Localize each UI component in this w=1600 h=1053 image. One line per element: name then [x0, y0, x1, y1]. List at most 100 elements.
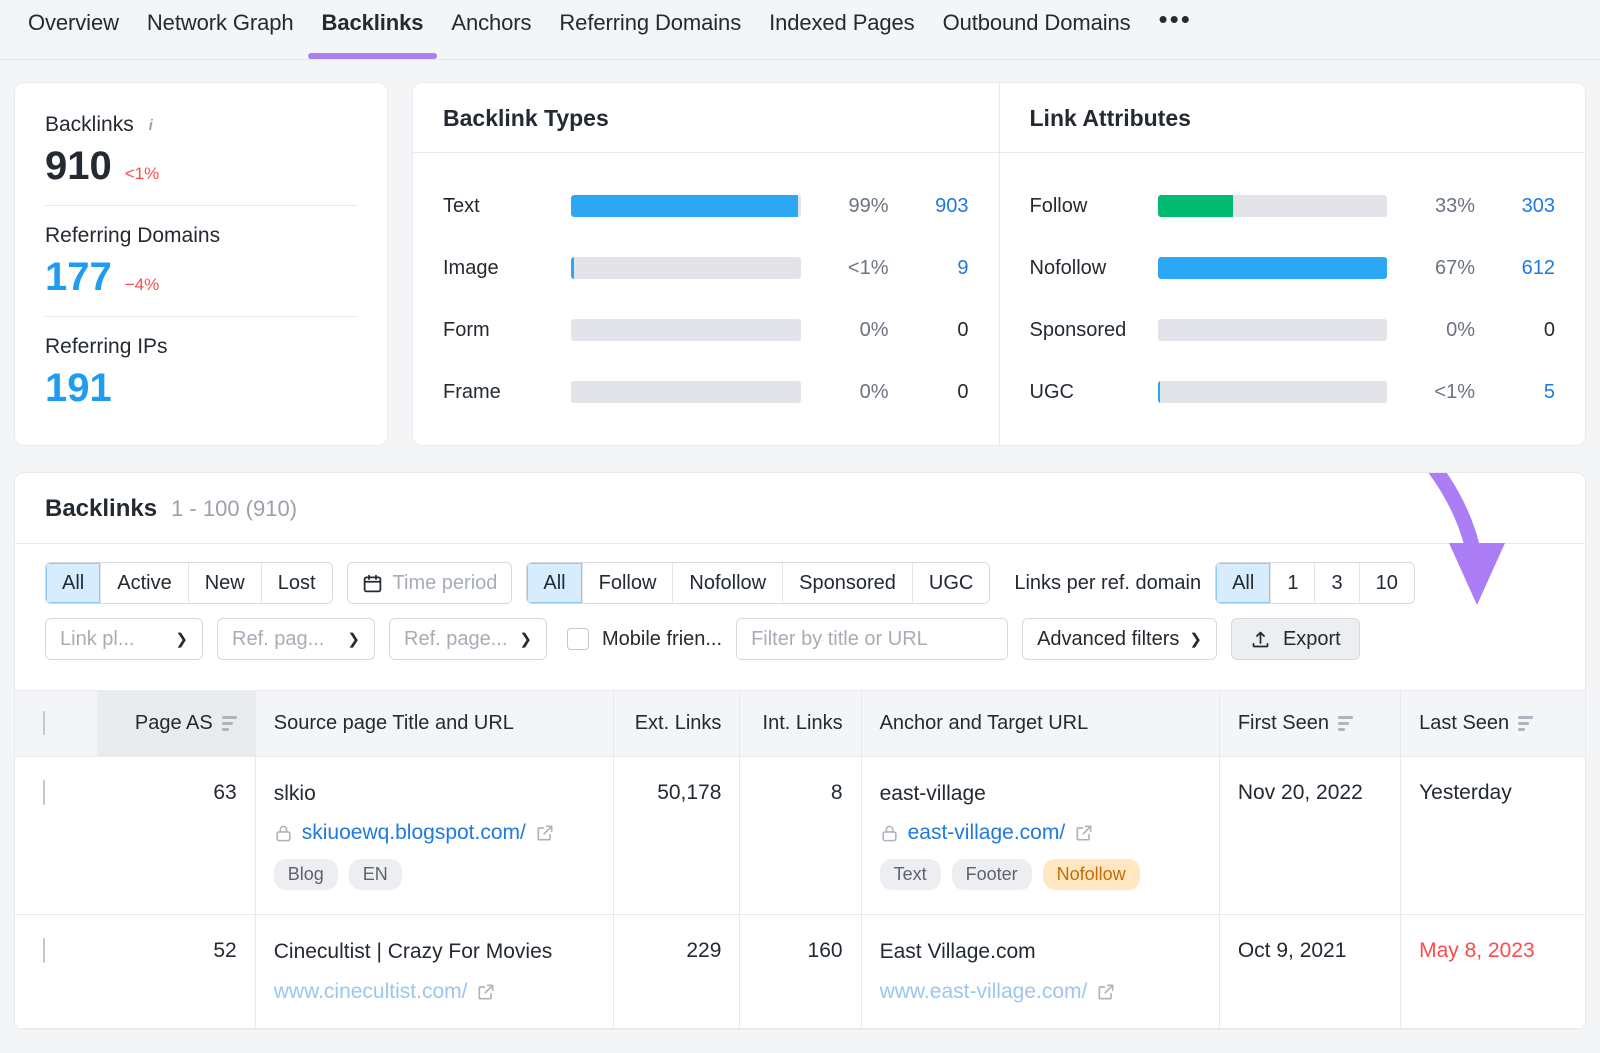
link-attribute-value[interactable]: 612	[1479, 257, 1555, 280]
links-per-domain-all[interactable]: All	[1216, 563, 1271, 603]
link-attribute-bar-track	[1158, 195, 1388, 217]
backlink-type-bar-track	[571, 319, 801, 341]
metrics-cards-row: Backlinks i 910 <1% Referring Domains 17…	[0, 60, 1600, 446]
backlink-type-name: Frame	[443, 381, 571, 404]
source-page-cell: Cinecultist | Crazy For Movieswww.cinecu…	[255, 915, 613, 1028]
links-per-domain-3[interactable]: 3	[1315, 563, 1359, 603]
link-attribute-name: Nofollow	[1030, 257, 1158, 280]
tab-anchors[interactable]: Anchors	[437, 0, 545, 59]
status-filter-all[interactable]: All	[46, 563, 101, 603]
links-per-domain-10[interactable]: 10	[1360, 563, 1414, 603]
column-label: Last Seen	[1419, 712, 1509, 735]
link-placement-select[interactable]: Link pl... ❯	[45, 618, 203, 660]
row-checkbox[interactable]	[43, 780, 45, 805]
backlink-type-name: Text	[443, 195, 571, 218]
status-filter-lost[interactable]: Lost	[262, 563, 332, 603]
link-attribute-row: UGC<1%5	[1030, 361, 1556, 423]
more-tabs-icon[interactable]: •••	[1145, 0, 1206, 32]
external-link-icon[interactable]	[535, 823, 555, 843]
row-checkbox[interactable]	[43, 938, 45, 963]
last-seen-column[interactable]: Last Seen	[1401, 691, 1585, 757]
target-url-link[interactable]: www.east-village.com/	[880, 980, 1088, 1004]
row-select-cell	[15, 915, 97, 1028]
time-period-picker[interactable]: Time period	[347, 562, 513, 604]
summary-referring-ips-value[interactable]: 191	[45, 365, 112, 411]
page-as-column[interactable]: Page AS	[97, 691, 255, 757]
backlink-type-name: Image	[443, 257, 571, 280]
link-attribute-percent: <1%	[1387, 381, 1479, 404]
first-seen-cell: Oct 9, 2021	[1219, 915, 1400, 1028]
summary-referring-domains: Referring Domains 177 −4%	[45, 205, 357, 316]
select-all-checkbox[interactable]	[43, 711, 45, 735]
distribution-cards: Backlink Types Text99%903Image<1%9Form0%…	[412, 82, 1586, 446]
attr-filter-follow[interactable]: Follow	[583, 563, 674, 603]
tab-label: Overview	[28, 10, 119, 35]
attr-filter-ugc[interactable]: UGC	[913, 563, 989, 603]
search-input[interactable]	[737, 619, 1008, 659]
summary-referring-domains-delta: −4%	[125, 275, 160, 295]
attr-filter-nofollow[interactable]: Nofollow	[673, 563, 783, 603]
attr-filter-sponsored[interactable]: Sponsored	[783, 563, 913, 603]
links-per-domain-1[interactable]: 1	[1271, 563, 1315, 603]
tab-overview[interactable]: Overview	[14, 0, 133, 59]
summary-backlinks-label: Backlinks i	[45, 113, 357, 137]
filter-search-box	[736, 618, 1008, 660]
attr-filter-all[interactable]: All	[527, 563, 582, 603]
first-seen-column[interactable]: First Seen	[1219, 691, 1400, 757]
source-url-link[interactable]: skiuoewq.blogspot.com/	[302, 821, 526, 845]
select-label: Ref. page...	[404, 628, 507, 651]
backlink-type-row: Text99%903	[443, 175, 969, 237]
chevron-down-icon: ❯	[519, 630, 532, 648]
sort-icon[interactable]	[222, 716, 237, 731]
backlink-type-percent: <1%	[801, 257, 893, 280]
anchor-text: east-village	[880, 781, 1201, 807]
mobile-friendly-filter[interactable]: Mobile frien...	[561, 628, 722, 651]
ref-page-category-select[interactable]: Ref. pag... ❯	[217, 618, 375, 660]
select-all-header	[15, 691, 97, 757]
filters-area: AllActiveNewLost Time period AllFollowNo…	[15, 544, 1585, 690]
mobile-friendly-checkbox[interactable]	[567, 628, 589, 650]
external-link-icon[interactable]	[476, 982, 496, 1002]
backlink-type-bar-fill	[571, 257, 574, 279]
sort-icon[interactable]	[1338, 716, 1353, 731]
tab-network-graph[interactable]: Network Graph	[133, 0, 308, 59]
results-count: 1 - 100 (910)	[171, 496, 297, 522]
tab-referring-domains[interactable]: Referring Domains	[545, 0, 755, 59]
target-url-link[interactable]: east-village.com/	[908, 821, 1066, 845]
status-filter-active[interactable]: Active	[101, 563, 188, 603]
anchor-text: East Village.com	[880, 939, 1201, 965]
backlink-type-bar-fill	[571, 195, 798, 217]
chevron-down-icon: ❯	[175, 630, 188, 648]
source-url-link[interactable]: www.cinecultist.com/	[274, 980, 468, 1004]
link-attribute-value[interactable]: 303	[1479, 195, 1555, 218]
source-page-title: slkio	[274, 781, 595, 807]
backlinks-panel: Backlinks 1 - 100 (910) AllActiveNewLost…	[14, 472, 1586, 1030]
backlink-type-value[interactable]: 9	[893, 257, 969, 280]
table-header: Page AS Source page Title and URL Ext. L…	[15, 691, 1585, 757]
link-attributes-card: Link Attributes Follow33%303Nofollow67%6…	[999, 83, 1586, 445]
column-label: Ext. Links	[635, 712, 722, 735]
main-tab-bar: Overview Network Graph Backlinks Anchors…	[0, 0, 1600, 60]
summary-referring-domains-value[interactable]: 177	[45, 254, 112, 300]
lock-icon	[880, 824, 899, 843]
external-link-icon[interactable]	[1096, 982, 1116, 1002]
backlink-type-value[interactable]: 903	[893, 195, 969, 218]
link-attribute-value[interactable]: 5	[1479, 381, 1555, 404]
tag: Nofollow	[1043, 859, 1140, 890]
tab-indexed-pages[interactable]: Indexed Pages	[755, 0, 928, 59]
ref-page-language-select[interactable]: Ref. page... ❯	[389, 618, 547, 660]
table-header-row: Page AS Source page Title and URL Ext. L…	[15, 691, 1585, 757]
export-button[interactable]: Export	[1231, 618, 1360, 660]
table-row: 52Cinecultist | Crazy For Movieswww.cine…	[15, 915, 1585, 1028]
info-icon[interactable]: i	[143, 117, 159, 133]
tab-backlinks[interactable]: Backlinks	[308, 0, 438, 59]
advanced-filters-dropdown[interactable]: Advanced filters ❯	[1022, 618, 1217, 660]
column-label: Source page Title and URL	[274, 712, 514, 735]
external-link-icon[interactable]	[1074, 823, 1094, 843]
backlinks-table: Page AS Source page Title and URL Ext. L…	[15, 690, 1585, 1029]
link-attribute-percent: 33%	[1387, 195, 1479, 218]
status-filter-new[interactable]: New	[189, 563, 262, 603]
tab-outbound-domains[interactable]: Outbound Domains	[929, 0, 1145, 59]
summary-backlinks-value-row: 910 <1%	[45, 143, 357, 189]
sort-icon[interactable]	[1518, 716, 1533, 731]
